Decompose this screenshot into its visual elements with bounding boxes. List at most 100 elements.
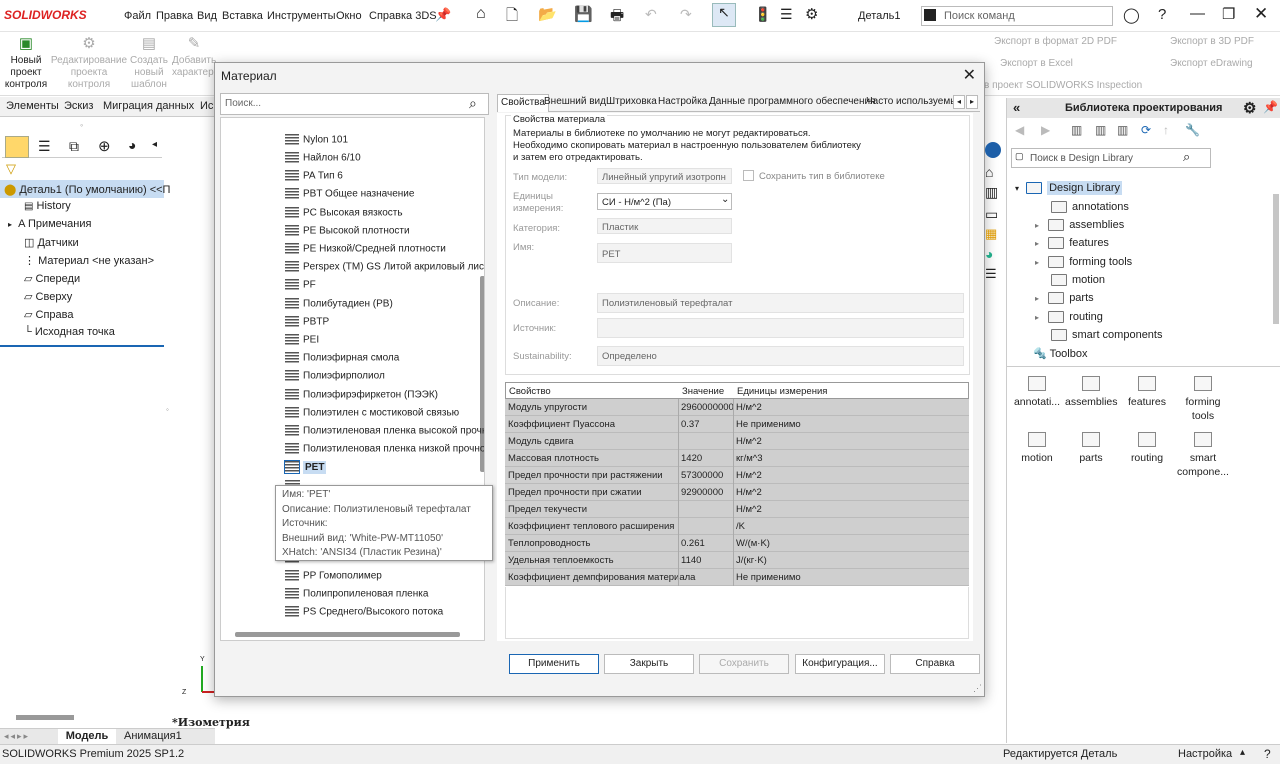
add-characteristic-button[interactable]: ✎Добавить характеристику <box>172 32 216 92</box>
library-folder-assemblies[interactable]: ▸ assemblies <box>1035 219 1124 237</box>
apply-button[interactable]: Применить <box>509 654 599 674</box>
home-tab-icon[interactable]: ⌂ <box>985 164 993 180</box>
library-root[interactable]: ▾ Design Library <box>1015 181 1122 200</box>
library-toolbox[interactable]: 🔩 Toolbox <box>1033 347 1087 365</box>
rollback-bar[interactable] <box>0 345 164 347</box>
material-item[interactable]: PS Среднего/Высокого потока <box>285 606 443 624</box>
library-folder-smart-components[interactable]: smart components <box>1051 329 1162 347</box>
resize-grip-icon[interactable]: ⋰ <box>973 683 982 694</box>
tab-data-migration[interactable]: Миграция данных <box>103 100 194 112</box>
table-row[interactable]: Коэффициент теплового расширения/K <box>505 518 969 535</box>
units-dropdown-chevron-icon[interactable]: ⌄ <box>721 194 729 205</box>
table-row[interactable]: Удельная теплоемкость 1140 J/(кг·K) <box>505 552 969 569</box>
close-window-icon[interactable]: ✕ <box>1254 4 1268 24</box>
tree-item-origin[interactable]: └ Исходная точка <box>0 326 115 344</box>
save-type-checkbox[interactable] <box>743 170 754 181</box>
material-item[interactable]: Полиэтилен с мостиковой связью <box>285 407 459 425</box>
resources-tab-icon[interactable] <box>985 142 1001 158</box>
home-icon[interactable]: ⌂ <box>476 5 486 23</box>
edit-inspection-project-button[interactable]: ⚙ Редактирование проекта контроля <box>50 32 128 92</box>
table-row[interactable]: Предел текучести Н/м^2 <box>505 501 969 518</box>
grid-folder-annotations[interactable]: annotati... <box>1011 376 1063 409</box>
grid-folder-forming-tools[interactable]: forming tools <box>1177 376 1229 423</box>
tab-scroll-arrows-icon[interactable]: ◂◂▸▸ <box>4 731 30 742</box>
menu-window[interactable]: Окно <box>336 10 362 22</box>
library-folder-features[interactable]: ▸ features <box>1035 237 1109 255</box>
tree-item-top-plane[interactable]: ▱ Сверху <box>0 290 72 308</box>
configuration-button[interactable]: Конфигурация... <box>795 654 885 674</box>
collapse-icon[interactable]: ▾ <box>1015 184 1019 193</box>
material-item[interactable]: PE Высокой плотности <box>285 225 410 243</box>
library-folder-forming-tools[interactable]: ▸ forming tools <box>1035 256 1132 274</box>
menu-edit[interactable]: Правка <box>156 10 193 22</box>
grid-folder-features[interactable]: features <box>1121 376 1173 409</box>
new-file-icon[interactable]: 🗋 <box>506 5 518 30</box>
table-row[interactable]: Массовая плотность 1420 кг/м^3 <box>505 450 969 467</box>
expand-icon[interactable]: ▸ <box>1035 221 1039 230</box>
material-item[interactable]: Полибутадиен (PB) <box>285 298 393 316</box>
redo-icon[interactable]: ↷ <box>680 6 692 23</box>
property-manager-tab-icon[interactable]: ☰ <box>38 138 51 155</box>
model-type-select[interactable]: Линейный упругий изотропн <box>597 168 732 184</box>
library-tree-scrollbar[interactable] <box>1273 194 1279 324</box>
dialog-close-icon[interactable]: ✕ <box>963 65 976 85</box>
open-icon[interactable]: 📂 <box>538 5 557 23</box>
tree-item-annotations[interactable]: ▸ A Примечания <box>0 218 91 236</box>
expand-icon[interactable]: ▸ <box>1035 313 1039 322</box>
refresh-icon[interactable]: ⟳ <box>1141 123 1151 137</box>
tab-animation[interactable]: Анимация1 <box>124 730 182 742</box>
material-item[interactable]: Nylon 101 <box>285 134 348 152</box>
tab-appearance[interactable]: Внешний вид <box>541 94 609 112</box>
material-item[interactable]: PF <box>285 279 316 297</box>
panel-grip[interactable]: ◦ <box>80 120 83 130</box>
menu-tools[interactable]: Инструменты <box>267 10 336 22</box>
material-item[interactable]: PEI <box>285 334 319 352</box>
pin-icon[interactable]: 📌 <box>435 7 451 23</box>
tree-item-front-plane[interactable]: ▱ Спереди <box>0 272 80 290</box>
table-row[interactable]: Теплопроводность 0.261 W/(м·K) <box>505 535 969 552</box>
material-item[interactable]: PBTP <box>285 316 329 334</box>
create-template-button[interactable]: ▤ Создать новый шаблон <box>128 32 170 92</box>
save-button[interactable]: Сохранить <box>699 654 789 674</box>
save-icon[interactable]: 💾 <box>574 5 593 23</box>
design-library-tab-icon[interactable]: ▥ <box>985 184 998 201</box>
tab-features[interactable]: Элементы <box>6 100 59 112</box>
settings-gear-icon[interactable]: ⚙ <box>1243 99 1256 117</box>
tab-sketch[interactable]: Эскиз <box>64 100 93 112</box>
table-row[interactable]: Предел прочности при растяжении 57300000 Н… <box>505 467 969 484</box>
tabs-scroll-icon[interactable]: ◂ <box>152 139 157 150</box>
material-item[interactable]: Perspex (TM) GS Литой акриловый лист <box>285 261 484 279</box>
traffic-light-icon[interactable]: 🚦 <box>754 6 771 23</box>
appearances-tab-icon[interactable]: ◕ <box>985 246 993 262</box>
file-explorer-tab-icon[interactable]: ▭ <box>985 206 998 223</box>
material-search-input[interactable]: Поиск... <box>220 93 489 115</box>
library-folder-parts[interactable]: ▸ parts <box>1035 292 1094 310</box>
material-item[interactable]: Полиэтиленовая пленка низкой прочност <box>285 443 484 461</box>
tab-application-data[interactable]: Данные программного обеспечения <box>706 94 879 112</box>
material-item[interactable]: Полиэфирэфиркетон (ПЭЭК) <box>285 389 438 407</box>
expand-icon[interactable]: ▸ <box>1035 239 1039 248</box>
tab-scroll-right-icon[interactable]: ▸ <box>966 95 978 109</box>
units-select[interactable]: СИ - Н/м^2 (Па) <box>597 193 732 210</box>
menu-insert[interactable]: Вставка <box>222 10 263 22</box>
tab-more[interactable]: Ис <box>200 100 213 112</box>
display-manager-tab-icon[interactable]: ◕ <box>128 137 136 153</box>
status-help-icon[interactable]: ? <box>1264 747 1271 761</box>
tree-item-sensors[interactable]: ◫ Датчики <box>0 236 79 254</box>
material-item[interactable]: Найлон 6/10 <box>285 152 361 170</box>
library-folder-annotations[interactable]: annotations <box>1051 201 1129 219</box>
options-gear-icon[interactable]: ⚙ <box>805 5 818 23</box>
tab-scroll-left-icon[interactable]: ◂ <box>953 95 965 109</box>
units-menu-icon[interactable]: ▴ <box>1240 747 1245 758</box>
grid-folder-smart-components[interactable]: smart compone... <box>1177 432 1229 479</box>
undo-icon[interactable]: ↶ <box>645 6 657 23</box>
table-row[interactable]: Предел прочности при сжатии 92900000 Н/м^2 <box>505 484 969 501</box>
collapse-panel-icon[interactable]: « <box>1013 100 1020 115</box>
back-icon[interactable]: ◀ <box>1015 123 1024 137</box>
grid-folder-routing[interactable]: routing <box>1121 432 1173 465</box>
expand-icon[interactable]: ▸ <box>1035 294 1039 303</box>
pin-icon[interactable]: 📌 <box>1263 100 1278 114</box>
command-search-input[interactable]: Поиск команд <box>921 6 1113 26</box>
material-item[interactable]: PP Гомополимер <box>285 570 382 588</box>
tab-model[interactable]: Модель <box>58 729 116 745</box>
